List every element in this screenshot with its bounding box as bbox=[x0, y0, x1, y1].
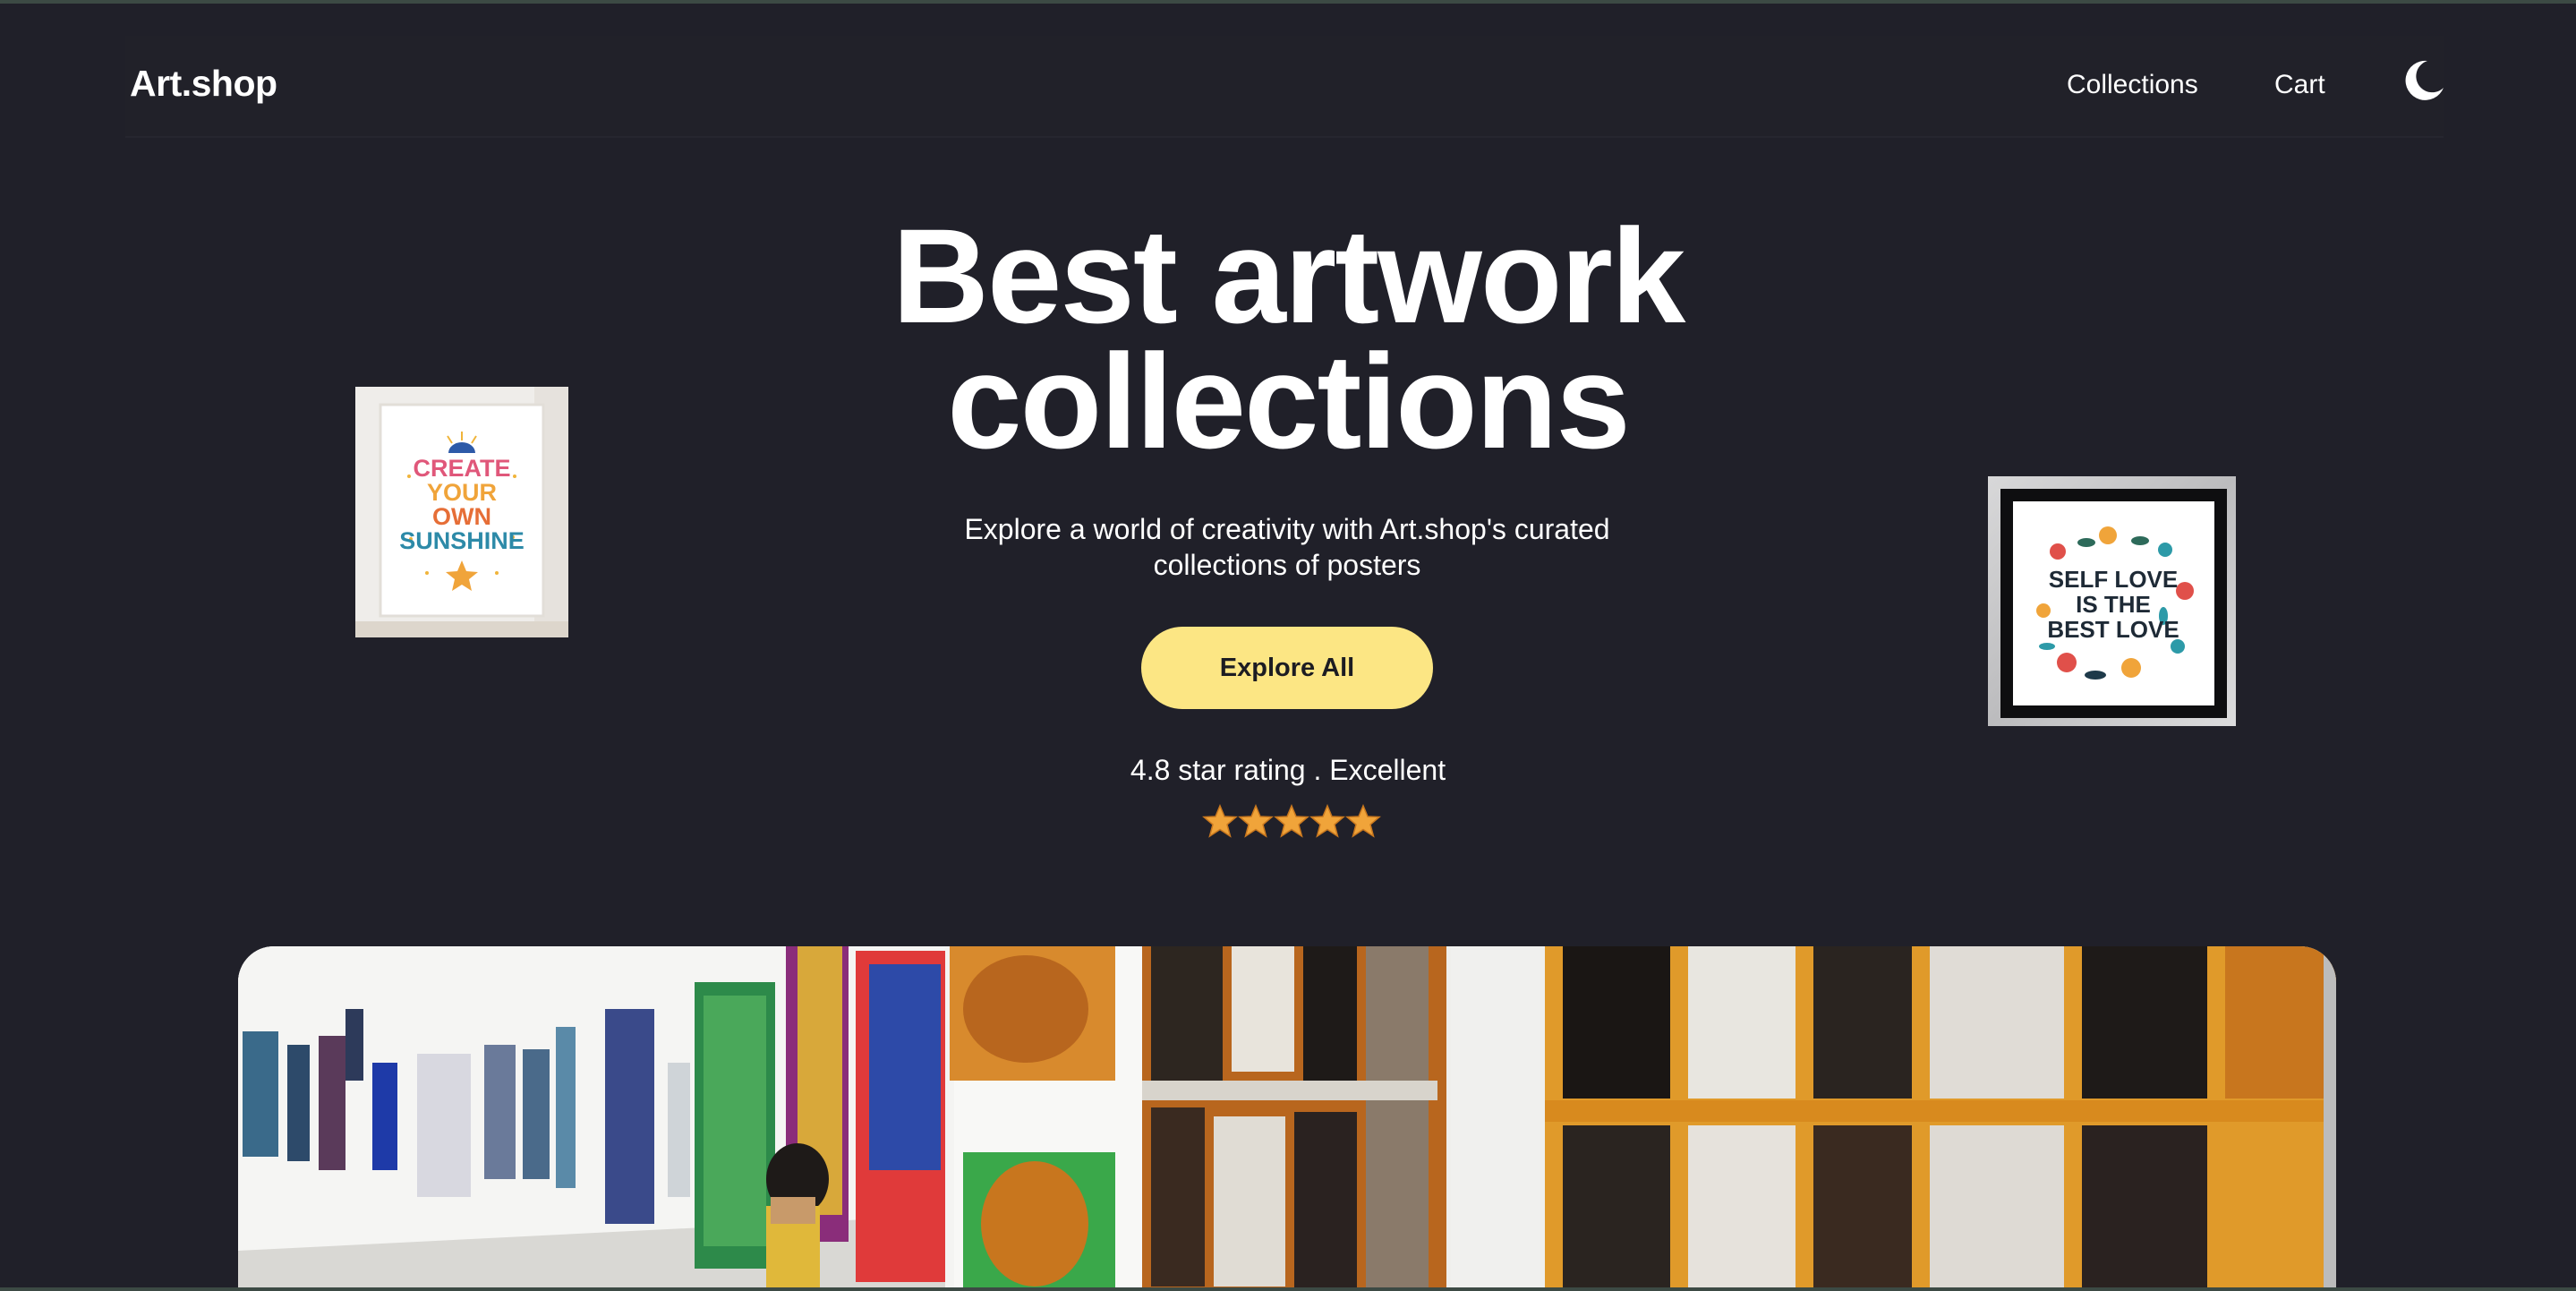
nav-cart-link[interactable]: Cart bbox=[2274, 70, 2325, 100]
hero-title: Best artwork collections bbox=[0, 209, 2576, 468]
hero-title-line-2: collections bbox=[947, 326, 1631, 476]
poster-right-line-3: BEST LOVE bbox=[2047, 616, 2179, 643]
brand-logo[interactable]: Art.shop bbox=[130, 63, 277, 105]
rating-text: 4.8 star rating . Excellent bbox=[1130, 754, 1446, 786]
poster-self-love-is-the-best-love[interactable]: SELF LOVE IS THE BEST LOVE bbox=[1988, 476, 2236, 726]
nav-collections-link[interactable]: Collections bbox=[2067, 70, 2198, 100]
star-icon bbox=[1202, 804, 1238, 838]
star-icon bbox=[1309, 804, 1345, 838]
navbar: Art.shop Collections Cart bbox=[125, 36, 2444, 138]
star-icon bbox=[1274, 804, 1309, 838]
poster-right-line-1: SELF LOVE bbox=[2049, 566, 2178, 593]
explore-all-button[interactable]: Explore All bbox=[1141, 627, 1433, 709]
poster-left-line-4: SUNSHINE bbox=[399, 527, 525, 554]
gallery-hero-image bbox=[238, 946, 2336, 1291]
window-bottom-border bbox=[0, 1287, 2576, 1291]
hero-subtitle: Explore a world of creativity with Art.s… bbox=[964, 513, 1610, 581]
star-icon bbox=[1238, 804, 1274, 838]
star-icon bbox=[1345, 804, 1381, 838]
window-top-border bbox=[0, 0, 2576, 4]
poster-left-line-2: YOUR bbox=[427, 479, 497, 506]
moon-icon[interactable] bbox=[2401, 57, 2447, 104]
star-rating bbox=[1202, 803, 1381, 841]
poster-left-line-3: OWN bbox=[432, 503, 491, 530]
poster-right-line-2: IS THE bbox=[2076, 591, 2151, 618]
